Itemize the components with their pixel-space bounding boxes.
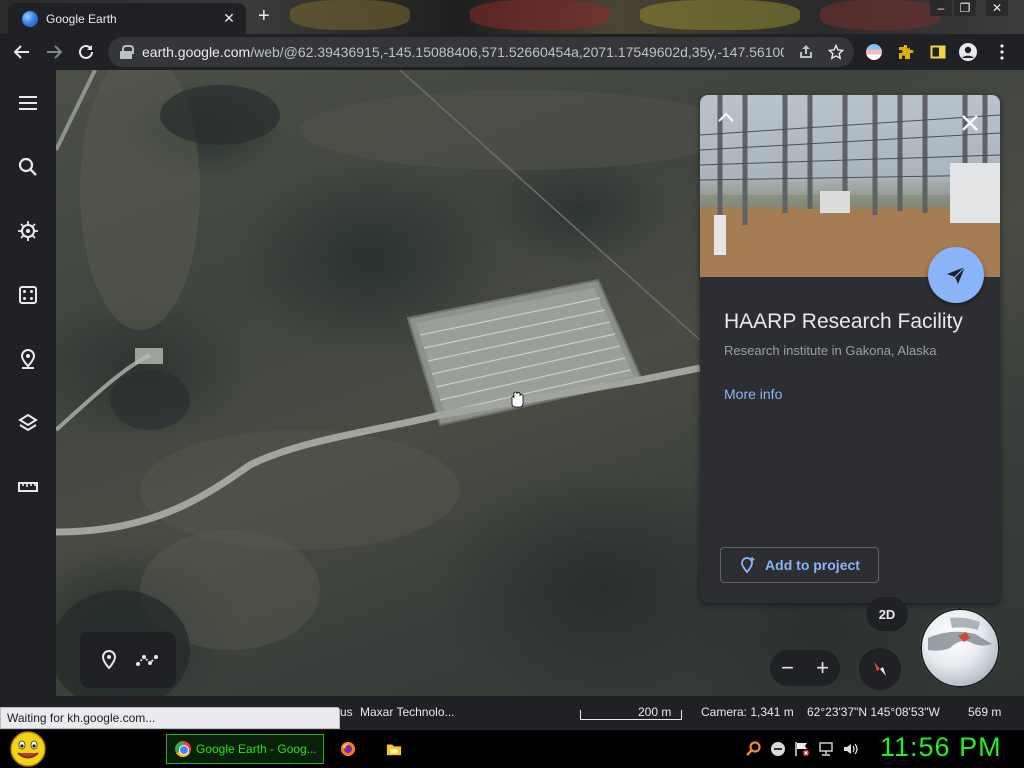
- add-to-project-button[interactable]: Add to project: [720, 547, 879, 583]
- attribution-tail: us: [340, 705, 353, 719]
- window-close-button[interactable]: ✕: [986, 0, 1008, 16]
- taskbar: Google Earth - Goog... 11:56 PM: [0, 730, 1024, 768]
- taskbar-chrome-window[interactable]: Google Earth - Goog...: [166, 734, 324, 764]
- smiley-icon: [10, 731, 46, 767]
- reload-icon: [79, 44, 93, 59]
- lock-icon: [120, 45, 134, 59]
- chrome-icon: [175, 741, 191, 757]
- browser-tabstrip: Google Earth ✕ + – ❐ ✕: [0, 0, 1024, 34]
- browser-toolbar: earth.google.com/web/@62.39436915,-145.1…: [0, 34, 1024, 70]
- place-card: HAARP Research Facility Research institu…: [700, 95, 1000, 603]
- wallpaper-scribble: [290, 0, 410, 30]
- scale-label: 200 m: [638, 705, 672, 719]
- more-info-link[interactable]: More info: [724, 386, 782, 402]
- feeling-lucky-button[interactable]: [12, 279, 44, 311]
- layers-icon: [18, 413, 38, 432]
- search-button[interactable]: [12, 151, 44, 183]
- back-button[interactable]: [6, 36, 38, 68]
- search-tray-icon[interactable]: [746, 741, 762, 757]
- forward-icon: [47, 45, 63, 59]
- menu-button[interactable]: [12, 87, 44, 119]
- wallpaper-scribble: [820, 0, 940, 30]
- loading-status: Waiting for kh.google.com...: [0, 707, 340, 729]
- voyager-button[interactable]: [12, 215, 44, 247]
- measure-button[interactable]: [12, 471, 44, 503]
- drawing-tools: [80, 632, 176, 688]
- taskbar-clock[interactable]: 11:56 PM: [880, 732, 1002, 763]
- map-style-button[interactable]: [12, 407, 44, 439]
- projects-button[interactable]: [12, 343, 44, 375]
- collapse-up-icon[interactable]: [716, 111, 736, 123]
- taskbar-window-label: Google Earth - Goog...: [196, 742, 317, 756]
- status-tray-icon[interactable]: [770, 741, 786, 757]
- volume-tray-icon[interactable]: [842, 741, 858, 757]
- wallpaper-scribble: [470, 0, 610, 30]
- folder-icon[interactable]: [386, 741, 402, 757]
- network-tray-icon[interactable]: [818, 741, 834, 757]
- share-button[interactable]: [928, 247, 984, 303]
- search-icon: [18, 157, 37, 176]
- ruler-icon: [18, 482, 38, 492]
- tab-google-earth[interactable]: Google Earth ✕: [8, 3, 246, 34]
- close-card-icon[interactable]: [958, 111, 982, 135]
- back-icon: [13, 45, 29, 59]
- start-button[interactable]: [8, 730, 48, 768]
- zoom-out-button[interactable]: −: [781, 655, 794, 681]
- place-title: HAARP Research Facility: [724, 310, 963, 333]
- tab-close-icon[interactable]: ✕: [220, 10, 238, 27]
- send-icon: [947, 266, 966, 284]
- dice-icon: [19, 286, 37, 304]
- flag-tray-icon[interactable]: [794, 741, 810, 757]
- menu-icon[interactable]: [992, 42, 1012, 62]
- puzzle-icon[interactable]: [896, 42, 916, 62]
- new-tab-button[interactable]: +: [258, 6, 270, 26]
- profile-icon[interactable]: [958, 42, 978, 62]
- reload-button[interactable]: [70, 36, 102, 68]
- voyager-icon: [18, 221, 38, 241]
- draw-path-icon[interactable]: [135, 652, 158, 668]
- zoom-controls: − +: [770, 650, 840, 686]
- minimize-button[interactable]: –: [930, 0, 952, 16]
- cursor-coordinates: 62°23'37"N 145°08'53"W: [807, 705, 940, 719]
- add-pin-icon: [741, 557, 755, 574]
- earth-favicon-icon: [22, 10, 38, 27]
- forward-button[interactable]: [38, 36, 70, 68]
- camera-altitude: Camera: 1,341 m: [701, 705, 794, 719]
- firefox-icon[interactable]: [340, 741, 356, 757]
- add-placemark-icon[interactable]: [99, 649, 119, 671]
- maximize-button[interactable]: ❐: [954, 0, 976, 16]
- compass-icon: [874, 662, 886, 676]
- ground-elevation: 569 m: [968, 705, 1002, 719]
- share-icon[interactable]: [798, 44, 814, 60]
- globe-minimap[interactable]: [920, 608, 1000, 688]
- place-subtitle: Research institute in Gakona, Alaska: [724, 343, 937, 358]
- star-icon[interactable]: [828, 44, 844, 60]
- earth-app: HAARP Research Facility Research institu…: [0, 70, 1024, 730]
- address-bar[interactable]: earth.google.com/web/@62.39436915,-145.1…: [108, 37, 854, 67]
- attribution-text[interactable]: Maxar Technolo...: [360, 705, 455, 719]
- compass-button[interactable]: [859, 648, 901, 690]
- url-text: earth.google.com/web/@62.39436915,-145.1…: [142, 44, 784, 60]
- sidepanel-icon[interactable]: [928, 42, 948, 62]
- tab-title: Google Earth: [46, 11, 117, 26]
- add-to-project-label: Add to project: [765, 557, 860, 573]
- toggle-2d-button[interactable]: 2D: [866, 597, 908, 631]
- left-rail: [0, 70, 56, 730]
- wallpaper-scribble: [640, 0, 800, 30]
- extension-icon[interactable]: [864, 42, 884, 62]
- hand-cursor-icon: [511, 391, 524, 408]
- zoom-in-button[interactable]: +: [816, 655, 829, 681]
- menu-icon: [19, 96, 37, 110]
- pin-icon: [20, 348, 36, 369]
- screen: Google Earth ✕ + – ❐ ✕ earth.google.com/…: [0, 0, 1024, 768]
